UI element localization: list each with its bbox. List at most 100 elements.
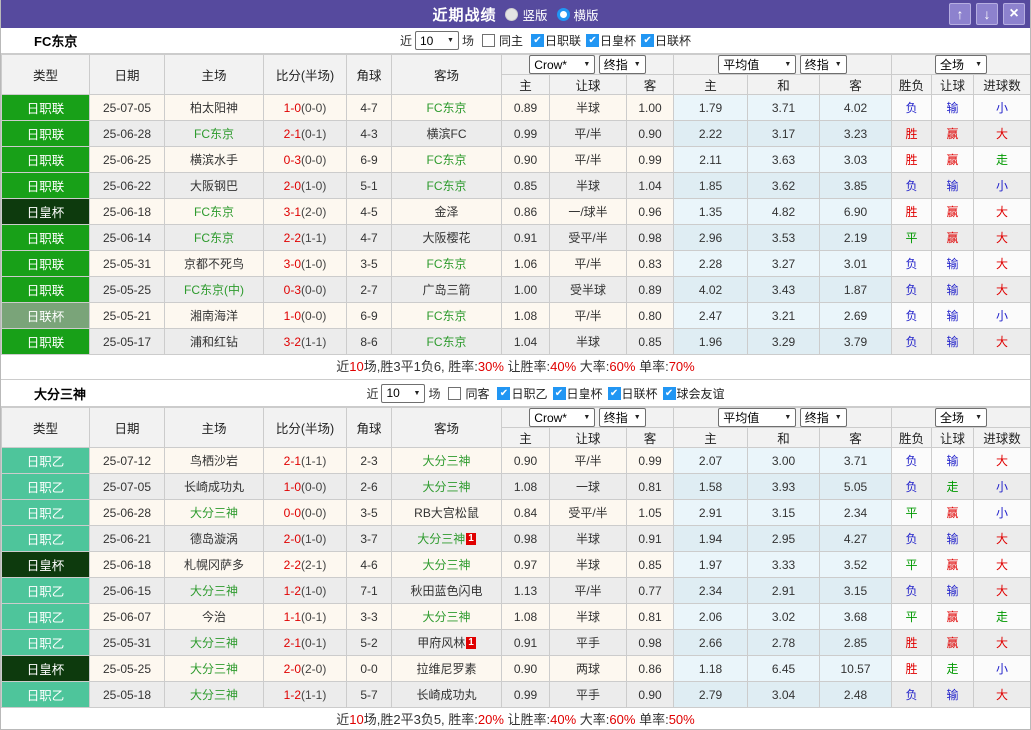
window-buttons: ↑ ↓ × <box>944 3 1025 25</box>
league-checkboxes: ✔日职乙✔日皇杯✔日联杯✔球会友谊 <box>492 385 724 402</box>
league-checkbox[interactable]: ✔ <box>608 387 621 400</box>
away-team: 大阪樱花 <box>392 225 502 251</box>
same-venue-checkbox[interactable] <box>448 387 461 400</box>
league-checkbox[interactable]: ✔ <box>531 34 544 47</box>
down-arrow-icon: ↓ <box>984 6 991 22</box>
win-loss-result: 负 <box>892 173 932 199</box>
full-match-select[interactable]: 全场▼ <box>935 55 987 74</box>
halftime-score: (1-1) <box>301 454 326 468</box>
home-team: 大分三神 <box>165 630 264 656</box>
league-checkbox[interactable]: ✔ <box>497 387 510 400</box>
col-avg-away: 客 <box>820 428 892 448</box>
goals-result: 大 <box>974 526 1031 552</box>
avg-away-odds: 3.01 <box>820 251 892 277</box>
fulltime-score: 0-3 <box>284 283 301 297</box>
away-team: 金泽 <box>392 199 502 225</box>
league-checkbox[interactable]: ✔ <box>641 34 654 47</box>
rank-badge: 1 <box>466 637 476 649</box>
handicap-result: 输 <box>932 251 974 277</box>
halftime-score: (1-0) <box>301 179 326 193</box>
match-count-select[interactable]: 10 ▼ <box>415 31 459 50</box>
match-type-badge: 日职联 <box>2 95 90 121</box>
full-match-select[interactable]: 全场▼ <box>935 408 987 427</box>
away-odds: 0.98 <box>627 225 674 251</box>
final-odds-select-2[interactable]: 终指▼ <box>800 55 847 74</box>
col-score: 比分(半场) <box>264 408 347 448</box>
match-date: 25-06-18 <box>90 199 165 225</box>
final-odds-value: 终指 <box>604 409 628 426</box>
home-odds: 0.90 <box>502 147 550 173</box>
col-result: 胜负 <box>892 75 932 95</box>
layout-radio-horizontal[interactable]: 横版 <box>557 5 599 24</box>
win-loss-result: 负 <box>892 578 932 604</box>
home-odds: 0.99 <box>502 682 550 708</box>
match-score: 3-0(1-0) <box>264 251 347 277</box>
fulltime-score: 1-0 <box>284 480 301 494</box>
avg-home-odds: 1.18 <box>674 656 748 682</box>
league-checkbox[interactable]: ✔ <box>553 387 566 400</box>
match-count-value: 10 <box>420 34 433 48</box>
away-odds: 0.98 <box>627 630 674 656</box>
odds-company-select[interactable]: Crow*▼ <box>529 408 595 427</box>
col-handicap: 让球 <box>550 428 627 448</box>
match-type-badge: 日联杯 <box>2 303 90 329</box>
avg-away-odds: 3.03 <box>820 147 892 173</box>
same-venue-checkbox[interactable] <box>482 34 495 47</box>
close-button[interactable]: × <box>1003 3 1025 25</box>
home-team: 德岛漩涡 <box>165 526 264 552</box>
layout-radio-vertical[interactable]: 竖版 <box>505 5 547 24</box>
odds-company-value: Crow* <box>534 58 567 72</box>
summary-text: 70% <box>669 359 695 374</box>
radio-icon[interactable] <box>557 8 570 21</box>
away-odds: 0.81 <box>627 474 674 500</box>
odds-company-value: Crow* <box>534 411 567 425</box>
avg-home-odds: 1.79 <box>674 95 748 121</box>
table-row: 日职联25-06-14FC东京2-2(1-1)4-7大阪樱花0.91受平/半0.… <box>2 225 1031 251</box>
final-odds-select[interactable]: 终指▼ <box>599 55 646 74</box>
final-odds-select[interactable]: 终指▼ <box>599 408 646 427</box>
handicap-result: 赢 <box>932 630 974 656</box>
avg-away-odds: 3.71 <box>820 448 892 474</box>
average-select[interactable]: 平均值▼ <box>718 408 796 427</box>
avg-home-odds: 1.96 <box>674 329 748 355</box>
avg-draw-odds: 2.91 <box>748 578 820 604</box>
away-odds: 0.99 <box>627 147 674 173</box>
chevron-down-icon: ▼ <box>447 37 454 44</box>
games-label: 场 <box>428 385 440 402</box>
chevron-down-icon: ▼ <box>583 61 590 68</box>
match-date: 25-06-28 <box>90 121 165 147</box>
avg-home-odds: 2.28 <box>674 251 748 277</box>
final-odds-select-2[interactable]: 终指▼ <box>800 408 847 427</box>
move-down-button[interactable]: ↓ <box>976 3 998 25</box>
avg-away-odds: 3.79 <box>820 329 892 355</box>
away-odds: 0.91 <box>627 526 674 552</box>
team-name: FC东京 <box>34 31 77 50</box>
league-checkbox[interactable]: ✔ <box>663 387 676 400</box>
odds-company-select[interactable]: Crow* ▼ <box>529 55 595 74</box>
table-row: 日职联25-05-25FC东京(中)0-3(0-0)2-7广岛三箭1.00受半球… <box>2 277 1031 303</box>
home-team: 大分三神 <box>165 578 264 604</box>
away-team: 大分三神 <box>392 448 502 474</box>
match-date: 25-06-25 <box>90 147 165 173</box>
radio-icon[interactable] <box>505 8 518 21</box>
handicap-line: 平/半 <box>550 578 627 604</box>
halftime-score: (0-0) <box>301 283 326 297</box>
goals-result: 大 <box>974 329 1031 355</box>
halftime-score: (0-1) <box>301 636 326 650</box>
handicap-line: 一/球半 <box>550 199 627 225</box>
corner-count: 3-3 <box>347 604 392 630</box>
corner-count: 3-7 <box>347 526 392 552</box>
move-up-button[interactable]: ↑ <box>949 3 971 25</box>
league-checkbox[interactable]: ✔ <box>586 34 599 47</box>
col-away-odds: 客 <box>627 428 674 448</box>
handicap-result: 输 <box>932 578 974 604</box>
match-score: 0-3(0-0) <box>264 277 347 303</box>
col-avg-away: 客 <box>820 75 892 95</box>
table-row: 日职联25-06-22大阪钢巴2-0(1-0)5-1FC东京0.85半球1.04… <box>2 173 1031 199</box>
match-count-select[interactable]: 10 ▼ <box>381 384 425 403</box>
corner-count: 4-7 <box>347 95 392 121</box>
home-odds: 0.90 <box>502 656 550 682</box>
table-row: 日职乙25-06-15大分三神1-2(1-0)7-1秋田蓝色闪电1.13平/半0… <box>2 578 1031 604</box>
handicap-line: 受平/半 <box>550 225 627 251</box>
average-select[interactable]: 平均值▼ <box>718 55 796 74</box>
